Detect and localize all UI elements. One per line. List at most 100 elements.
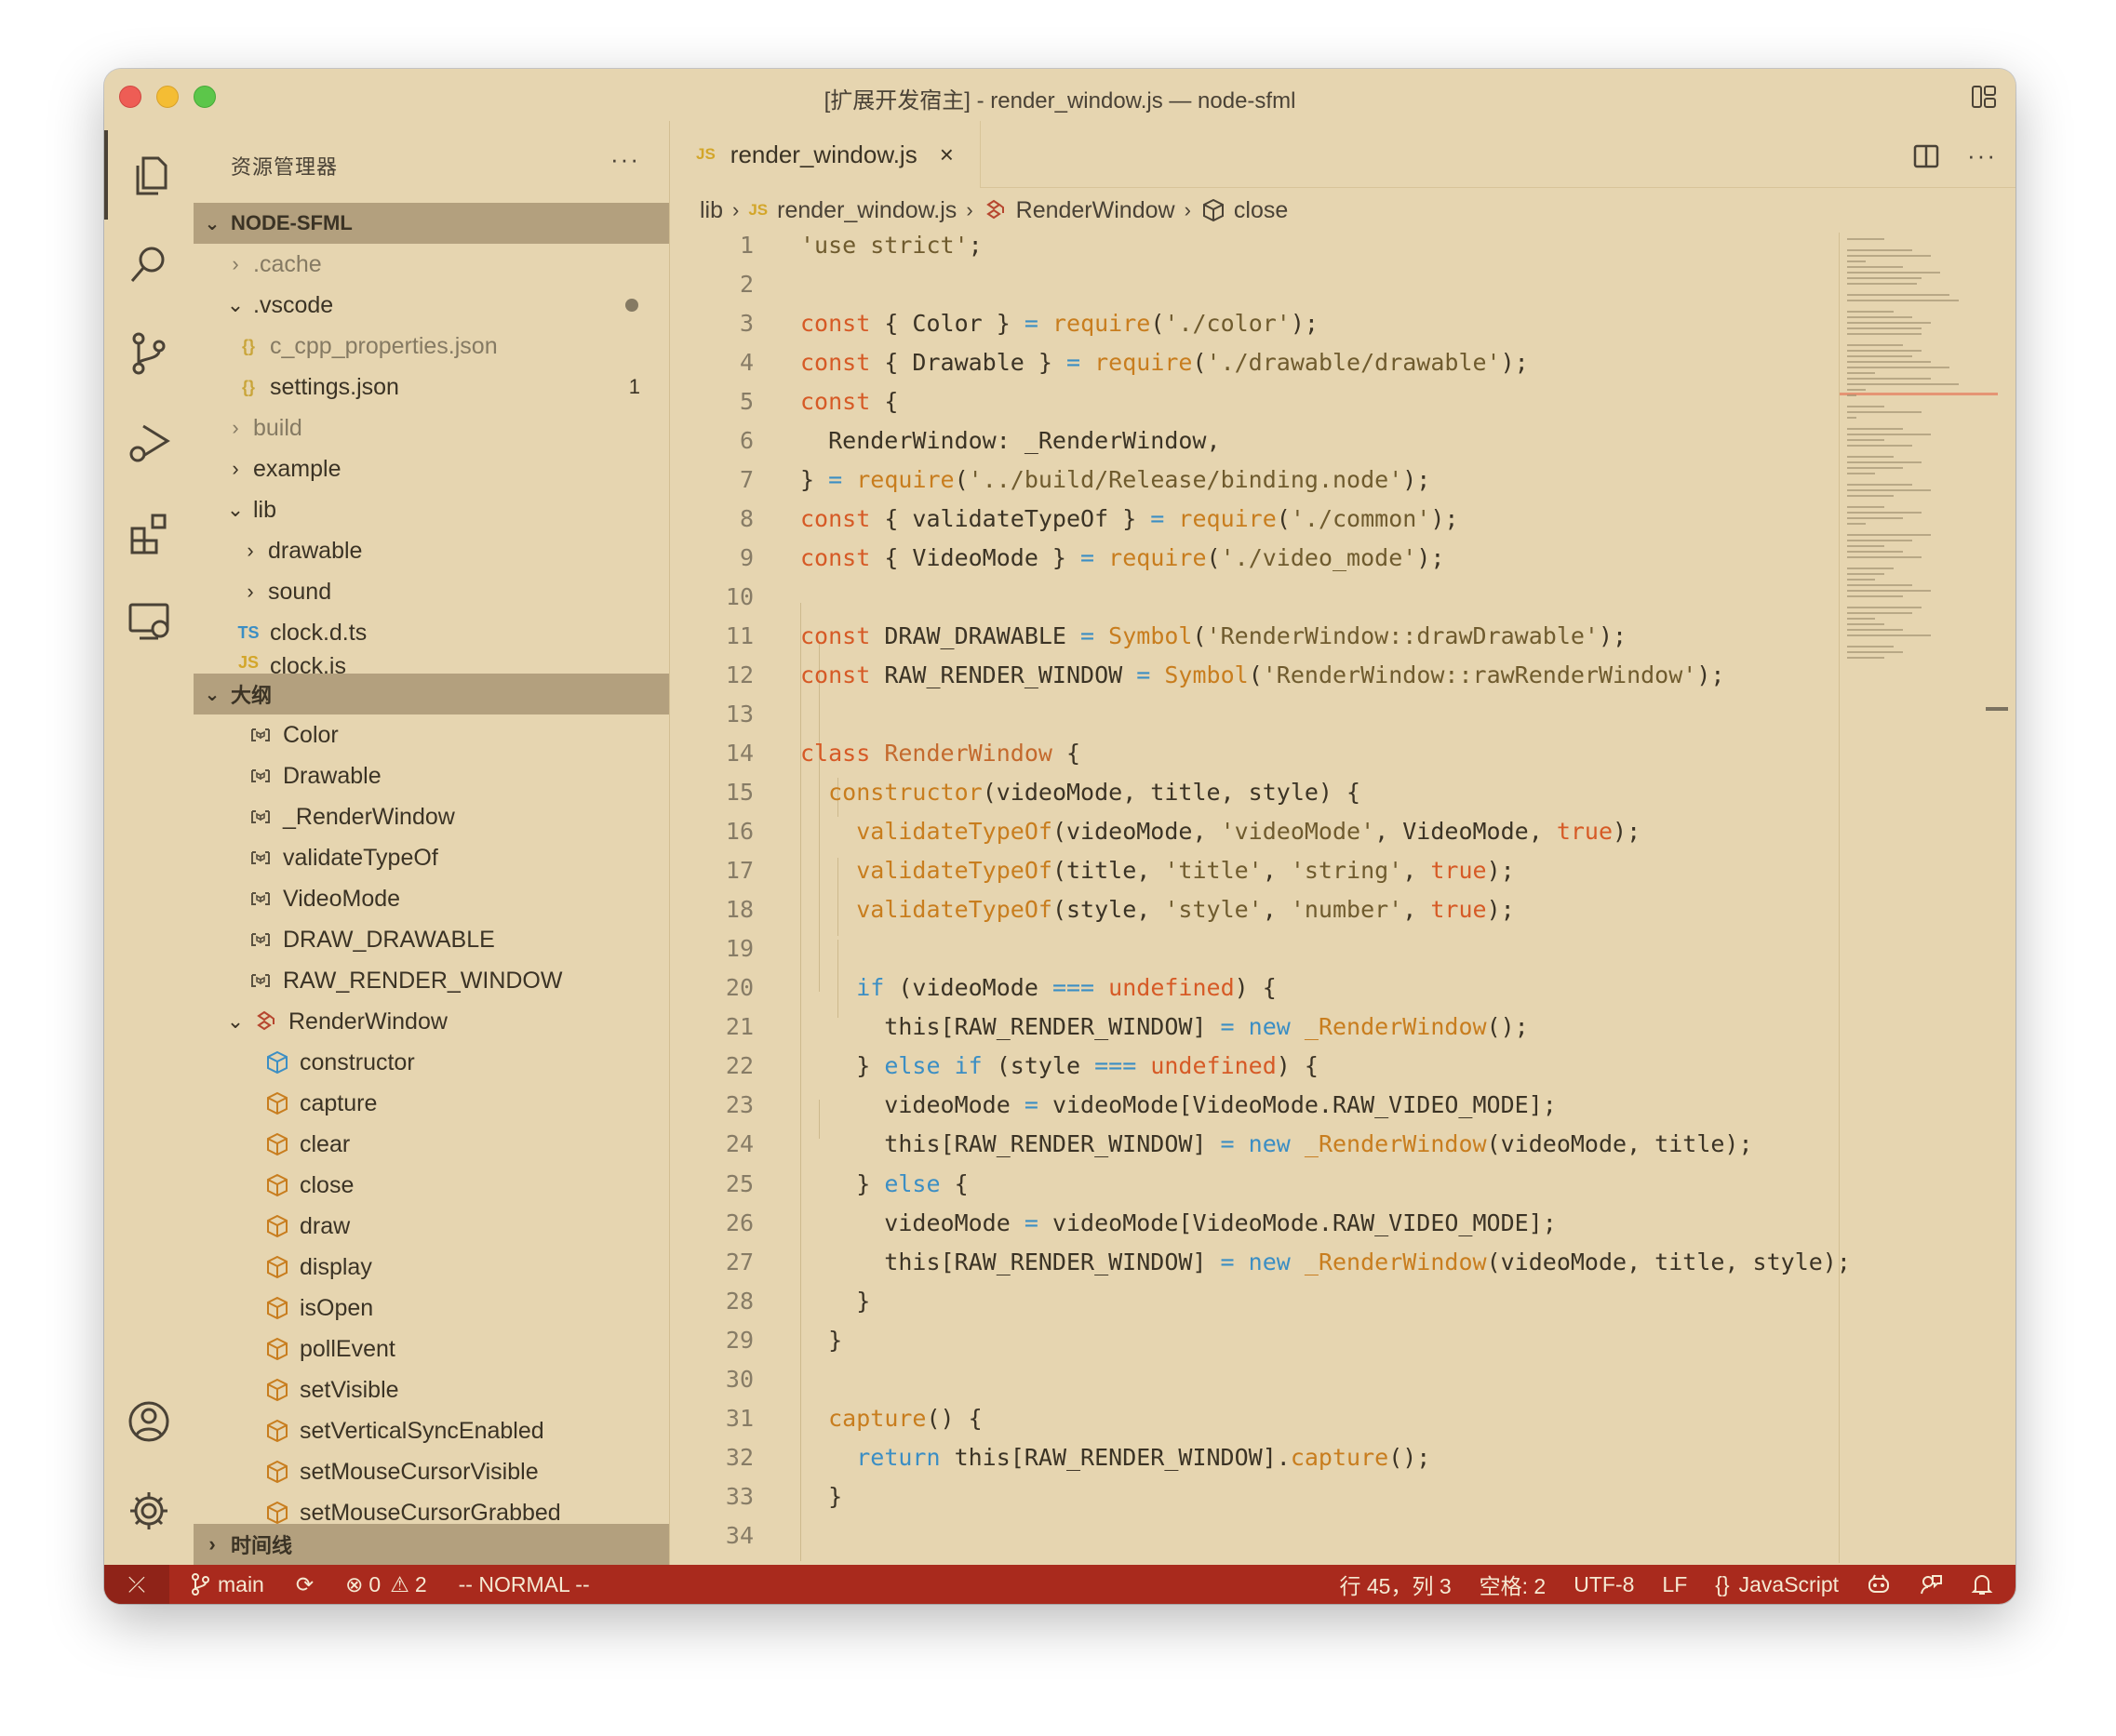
code-area[interactable]: 1'use strict'; 2 3 const { Color } = requir…: [670, 225, 1926, 1565]
outline-item[interactable]: DRAW_DRAWABLE: [194, 919, 669, 960]
line-number: 5: [739, 387, 754, 415]
minimap[interactable]: [1839, 233, 1998, 1563]
code-line[interactable]: 32 return this[RAW_RENDER_WINDOW].captur…: [670, 1437, 1926, 1476]
code-line[interactable]: 2: [670, 264, 1926, 303]
breadcrumb-file[interactable]: render_window.js: [777, 197, 957, 224]
editor-more-button[interactable]: ···: [1967, 141, 1997, 170]
manage-activity[interactable]: [104, 1466, 194, 1556]
code-line[interactable]: 7} = require('../build/Release/binding.n…: [670, 460, 1926, 499]
outline-item[interactable]: VideoMode: [194, 878, 669, 919]
tab-render-window-js[interactable]: JS render_window.js ×: [670, 121, 981, 188]
tree-item-cache[interactable]: › .cache: [194, 244, 669, 285]
end-of-line[interactable]: LF: [1662, 1572, 1687, 1597]
tree-item-clock-js[interactable]: JS clock.js: [194, 653, 669, 674]
tree-item-sound[interactable]: › sound: [194, 571, 669, 612]
outline-item[interactable]: display: [194, 1247, 669, 1288]
source-control-activity[interactable]: [104, 309, 194, 398]
cursor-position[interactable]: 行 45，列 3: [1340, 1569, 1452, 1600]
outline-item[interactable]: RAW_RENDER_WINDOW: [194, 960, 669, 1001]
customize-layout-icon[interactable]: [1971, 84, 1997, 110]
code-line[interactable]: 11 const DRAW_DRAWABLE = Symbol('RenderWi…: [670, 616, 1926, 655]
tree-item-vscode[interactable]: ⌄ .vscode: [194, 285, 669, 326]
code-line[interactable]: 27 this[RAW_RENDER_WINDOW] = new _Render…: [670, 1242, 1926, 1281]
code-line[interactable]: 3 const { Color } = require('./color');: [670, 303, 1926, 342]
code-line[interactable]: 33 }: [670, 1476, 1926, 1516]
code-line[interactable]: 15 constructor(videoMode, title, style) …: [670, 772, 1926, 811]
explorer-more-button[interactable]: ···: [610, 145, 640, 174]
code-line[interactable]: 18 validateTypeOf(style, 'style', 'numbe…: [670, 889, 1926, 928]
code-line[interactable]: 1 'use strict';: [670, 225, 1926, 264]
breadcrumb-class[interactable]: RenderWindow: [1016, 197, 1175, 224]
code-line[interactable]: 20 if (videoMode === undefined) {: [670, 968, 1926, 1007]
accounts-activity[interactable]: [104, 1377, 194, 1466]
tree-item-c-cpp-properties[interactable]: {} c_cpp_properties.json: [194, 326, 669, 367]
code-line[interactable]: 22 } else if (style === undefined) {: [670, 1046, 1926, 1085]
code-line[interactable]: 29 }: [670, 1320, 1926, 1359]
indentation[interactable]: 空格: 2: [1480, 1569, 1547, 1600]
close-icon[interactable]: ×: [940, 140, 954, 169]
outline-item[interactable]: capture: [194, 1083, 669, 1124]
language-mode[interactable]: {} JavaScript: [1715, 1572, 1839, 1597]
code-line[interactable]: 14 class RenderWindow {: [670, 733, 1926, 772]
run-debug-activity[interactable]: [104, 398, 194, 487]
tree-item-lib[interactable]: ⌄ lib: [194, 489, 669, 530]
code-line[interactable]: 9 const { VideoMode } = require('./video_…: [670, 538, 1926, 577]
outline-item[interactable]: draw: [194, 1206, 669, 1247]
breadcrumb-method[interactable]: close: [1234, 197, 1288, 224]
code-line[interactable]: 10: [670, 577, 1926, 616]
code-line[interactable]: 12 const RAW_RENDER_WINDOW = Symbol('Rend…: [670, 655, 1926, 694]
bell-icon[interactable]: [1971, 1572, 1993, 1596]
outline-item[interactable]: setVerticalSyncEnabled: [194, 1410, 669, 1451]
outline-item[interactable]: validateTypeOf: [194, 837, 669, 878]
code-line[interactable]: 17 validateTypeOf(title, 'title', 'strin…: [670, 850, 1926, 889]
code-line[interactable]: 31 capture() {: [670, 1398, 1926, 1437]
code-line[interactable]: 23 videoMode = videoMode[VideoMode.RAW_V…: [670, 1085, 1926, 1124]
outline-item[interactable]: setVisible: [194, 1369, 669, 1410]
outline-item[interactable]: isOpen: [194, 1288, 669, 1329]
code-line[interactable]: 21 this[RAW_RENDER_WINDOW] = new _Render…: [670, 1007, 1926, 1046]
tree-item-drawable[interactable]: › drawable: [194, 530, 669, 571]
branch-status[interactable]: main: [190, 1572, 264, 1597]
code-line[interactable]: 26 videoMode = videoMode[VideoMode.RAW_V…: [670, 1203, 1926, 1242]
sync-icon[interactable]: ⟳: [296, 1572, 314, 1597]
code-line[interactable]: 28 }: [670, 1281, 1926, 1320]
split-editor-icon[interactable]: [1913, 143, 1939, 169]
code-line[interactable]: 19: [670, 928, 1926, 968]
outline-section-header[interactable]: ⌄ 大纲: [194, 674, 669, 714]
outline-item[interactable]: setMouseCursorVisible: [194, 1451, 669, 1492]
feedback-icon[interactable]: [1919, 1572, 1943, 1596]
outline-item[interactable]: Color: [194, 714, 669, 755]
extensions-activity[interactable]: [104, 487, 194, 577]
code-line[interactable]: 8 const { validateTypeOf } = require('./c…: [670, 499, 1926, 538]
tree-item-example[interactable]: › example: [194, 448, 669, 489]
outline-item[interactable]: close: [194, 1165, 669, 1206]
outline-item[interactable]: clear: [194, 1124, 669, 1165]
code-line[interactable]: 5 const {: [670, 381, 1926, 421]
code-line[interactable]: 25 } else {: [670, 1164, 1926, 1203]
breadcrumb-lib[interactable]: lib: [700, 197, 723, 224]
problems-status[interactable]: ⊗ 0 ⚠ 2: [345, 1572, 427, 1597]
outline-item[interactable]: pollEvent: [194, 1329, 669, 1369]
code-line[interactable]: 30: [670, 1359, 1926, 1398]
outline-item[interactable]: ⌄ RenderWindow: [194, 1001, 669, 1042]
copilot-icon[interactable]: [1867, 1572, 1891, 1596]
tree-item-build[interactable]: › build: [194, 407, 669, 448]
outline-item[interactable]: Drawable: [194, 755, 669, 796]
tree-item-settings-json[interactable]: {} settings.json 1: [194, 367, 669, 407]
explorer-activity[interactable]: [104, 130, 194, 220]
remote-explorer-activity[interactable]: [104, 577, 194, 666]
tree-item-clock-d-ts[interactable]: TS clock.d.ts: [194, 612, 669, 653]
code-line[interactable]: 24 this[RAW_RENDER_WINDOW] = new _Render…: [670, 1124, 1926, 1163]
code-line[interactable]: 16 validateTypeOf(videoMode, 'videoMode'…: [670, 811, 1926, 850]
outline-item[interactable]: _RenderWindow: [194, 796, 669, 837]
code-line[interactable]: 6 RenderWindow: _RenderWindow,: [670, 421, 1926, 460]
remote-indicator[interactable]: ⤫: [104, 1565, 169, 1604]
code-line[interactable]: 4 const { Drawable } = require('./drawabl…: [670, 342, 1926, 381]
code-line[interactable]: 13: [670, 694, 1926, 733]
search-activity[interactable]: [104, 220, 194, 309]
timeline-section-header[interactable]: › 时间线: [194, 1524, 669, 1565]
outline-item[interactable]: constructor: [194, 1042, 669, 1083]
code-line[interactable]: 34: [670, 1516, 1926, 1555]
explorer-section-header[interactable]: ⌄ NODE-SFML: [194, 203, 669, 244]
encoding[interactable]: UTF-8: [1574, 1572, 1634, 1597]
